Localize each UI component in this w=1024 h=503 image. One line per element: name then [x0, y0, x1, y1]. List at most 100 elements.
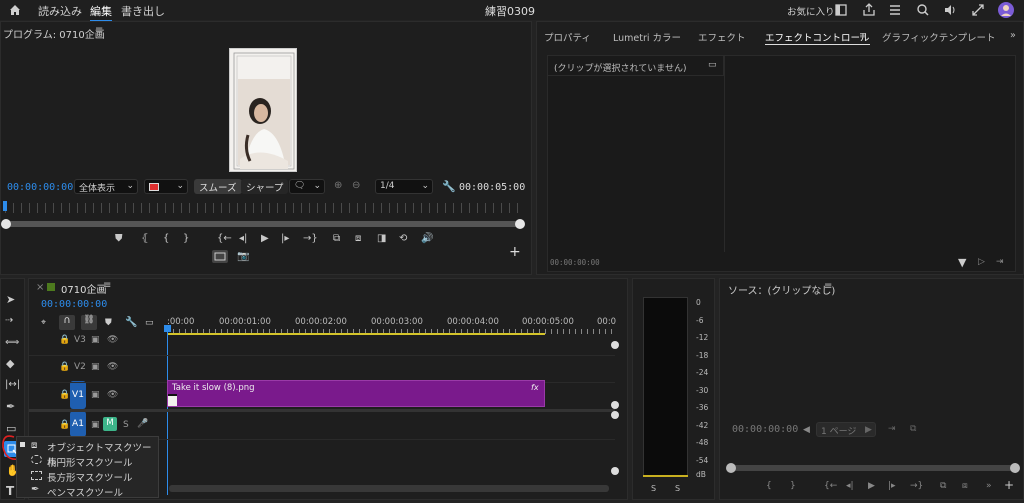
nest-icon[interactable]: ⌖ — [41, 318, 46, 328]
comparison-view-icon[interactable]: ⟲ — [399, 233, 407, 244]
fit-dropdown[interactable]: 全体表示 ⌄ — [74, 179, 138, 194]
menu-item-rectangle-mask[interactable]: 長方形マスクツール — [47, 470, 133, 484]
add-button-icon[interactable]: + — [1004, 478, 1014, 492]
resolution-dropdown[interactable]: 1/4 ⌄ — [375, 179, 433, 194]
source-scrollbar[interactable] — [730, 465, 1016, 471]
filter-icon[interactable]: ▼ — [958, 256, 966, 269]
solo-left-button[interactable]: S — [651, 484, 656, 493]
panel-menu-icon[interactable]: ≡ — [824, 281, 832, 292]
volume-icon[interactable]: 🔊 — [421, 233, 433, 244]
timeline-horizontal-scrollbar[interactable] — [169, 485, 609, 492]
export-frame-icon[interactable]: ◨ — [377, 233, 386, 244]
panel-menu-icon[interactable]: ≡ — [95, 25, 103, 36]
mark-out-bracket-icon[interactable]: } — [790, 481, 796, 491]
home-icon[interactable] — [8, 3, 22, 17]
mark-out-bracket-icon[interactable]: } — [183, 233, 189, 244]
track-select-tool-icon[interactable]: ⇢ — [5, 315, 13, 326]
track-scrollbar-handle[interactable] — [611, 467, 619, 475]
tab-effects[interactable]: エフェクト — [698, 30, 746, 44]
audio-icon[interactable] — [943, 3, 957, 17]
add-marker-icon[interactable]: ⛊ — [105, 318, 112, 328]
smooth-button[interactable]: スムーズ — [194, 179, 242, 194]
track-scrollbar-handle[interactable] — [611, 341, 619, 349]
scrollbar-right-handle[interactable] — [1010, 463, 1020, 473]
play-icon[interactable]: ▶ — [868, 481, 875, 491]
pen-tool-icon[interactable]: ✒ — [6, 400, 15, 413]
overlay-dropdown[interactable]: 🗨 ⌄ — [289, 179, 325, 194]
workspaces-icon[interactable] — [888, 3, 902, 17]
go-to-out-icon[interactable]: →} — [910, 481, 923, 491]
zoom-out-icon[interactable]: ⊖ — [352, 180, 360, 191]
more-tabs-icon[interactable]: » — [1010, 30, 1016, 41]
panel-menu-icon[interactable]: ≡ — [103, 280, 111, 291]
tab-lumetri[interactable]: Lumetri カラー — [613, 30, 681, 44]
step-back-icon[interactable]: ◂| — [846, 481, 854, 491]
solo-right-button[interactable]: S — [675, 484, 680, 493]
selection-tool-icon[interactable]: ➤ — [6, 293, 15, 306]
fullscreen-icon[interactable] — [971, 3, 985, 17]
display-color-dropdown[interactable]: ⌄ — [144, 179, 188, 194]
scrollbar-left-handle[interactable] — [726, 463, 736, 473]
lift-icon[interactable]: ⧉ — [333, 233, 340, 244]
loop-audio-icon[interactable]: ⇥ — [996, 257, 1004, 267]
snap-icon[interactable]: ∩ — [59, 315, 75, 330]
fit-frame-icon[interactable]: ⇥ — [888, 424, 896, 434]
panel-menu-icon[interactable]: ≡ — [859, 30, 867, 41]
settings-wrench-icon[interactable]: 🔧 — [125, 317, 137, 328]
step-back-icon[interactable]: ◂| — [239, 233, 247, 244]
favorites-label[interactable]: お気に入り — [787, 4, 835, 18]
step-forward-icon[interactable]: |▸ — [281, 233, 289, 244]
mark-in-icon[interactable]: ⦃ — [141, 233, 148, 244]
step-forward-icon[interactable]: |▸ — [888, 481, 896, 491]
go-to-in-icon[interactable]: {← — [217, 233, 232, 244]
timeline-timecode[interactable]: 00:00:00:00 — [41, 299, 107, 310]
panel-toggle-icon[interactable] — [834, 3, 848, 17]
sharp-button[interactable]: シャープ — [241, 179, 289, 194]
program-zoom-scrollbar[interactable] — [5, 221, 523, 227]
avatar[interactable] — [998, 2, 1014, 18]
workspace-tab-edit[interactable]: 編集 — [90, 3, 112, 22]
menu-item-pen-mask[interactable]: ペンマスクツール — [47, 485, 123, 499]
go-to-in-icon[interactable]: {← — [824, 481, 837, 491]
search-icon[interactable] — [916, 3, 930, 17]
play-audio-icon[interactable]: ▷ — [978, 257, 985, 267]
sequence-name[interactable]: 0710企画 — [61, 281, 106, 296]
camera-icon[interactable]: 📷 — [237, 251, 249, 262]
razor-tool-icon[interactable]: ◆ — [6, 357, 14, 370]
mark-in-bracket-icon[interactable]: { — [163, 233, 169, 244]
scrollbar-right-handle[interactable] — [515, 219, 525, 229]
program-time-ruler[interactable] — [5, 203, 523, 213]
workspace-tab-export[interactable]: 書き出し — [121, 3, 165, 19]
workspace-tab-import[interactable]: 読み込み — [38, 3, 82, 19]
overwrite-icon[interactable]: ⧈ — [962, 481, 968, 491]
wrench-icon[interactable]: 🔧 — [442, 180, 456, 193]
overlay-icon[interactable]: ⧉ — [910, 424, 916, 434]
play-icon[interactable]: ▶ — [261, 233, 269, 244]
zoom-in-icon[interactable]: ⊕ — [334, 180, 342, 191]
safe-margins-button[interactable] — [212, 250, 228, 263]
captions-icon[interactable]: ▭ — [145, 318, 154, 328]
ripple-edit-tool-icon[interactable]: ⟺ — [5, 337, 19, 348]
more-controls-icon[interactable]: » — [986, 481, 992, 491]
prev-page-icon[interactable]: ◀ — [803, 425, 810, 435]
add-marker-icon[interactable]: ⛊ — [115, 233, 123, 244]
tab-properties[interactable]: プロパティ — [544, 30, 591, 44]
close-tab-icon[interactable]: × — [36, 282, 44, 293]
insert-icon[interactable]: ⧉ — [940, 481, 946, 491]
go-to-out-icon[interactable]: →} — [303, 233, 318, 244]
scrollbar-left-handle[interactable] — [1, 219, 11, 229]
program-playhead[interactable] — [3, 201, 7, 211]
menu-item-ellipse-mask[interactable]: 楕円形マスクツール — [47, 455, 133, 469]
timeline-clip[interactable]: Take it slow (8).png fx — [167, 380, 545, 407]
slip-tool-icon[interactable]: |↔| — [5, 379, 20, 390]
program-playhead-timecode[interactable]: 00:00:00:00 — [7, 182, 73, 193]
extract-icon[interactable]: ⧈ — [355, 233, 361, 244]
toggle-timeline-icon[interactable]: ▭ — [708, 60, 717, 70]
mark-in-bracket-icon[interactable]: { — [766, 481, 772, 491]
tab-effect-controls[interactable]: エフェクトコントロール — [765, 30, 870, 45]
linked-selection-icon[interactable]: ⛓ — [81, 315, 97, 330]
track-scrollbar-handle[interactable] — [611, 411, 619, 419]
track-scrollbar-handle[interactable] — [611, 401, 619, 409]
type-tool-icon[interactable]: T — [6, 484, 14, 498]
share-icon[interactable] — [862, 3, 876, 17]
